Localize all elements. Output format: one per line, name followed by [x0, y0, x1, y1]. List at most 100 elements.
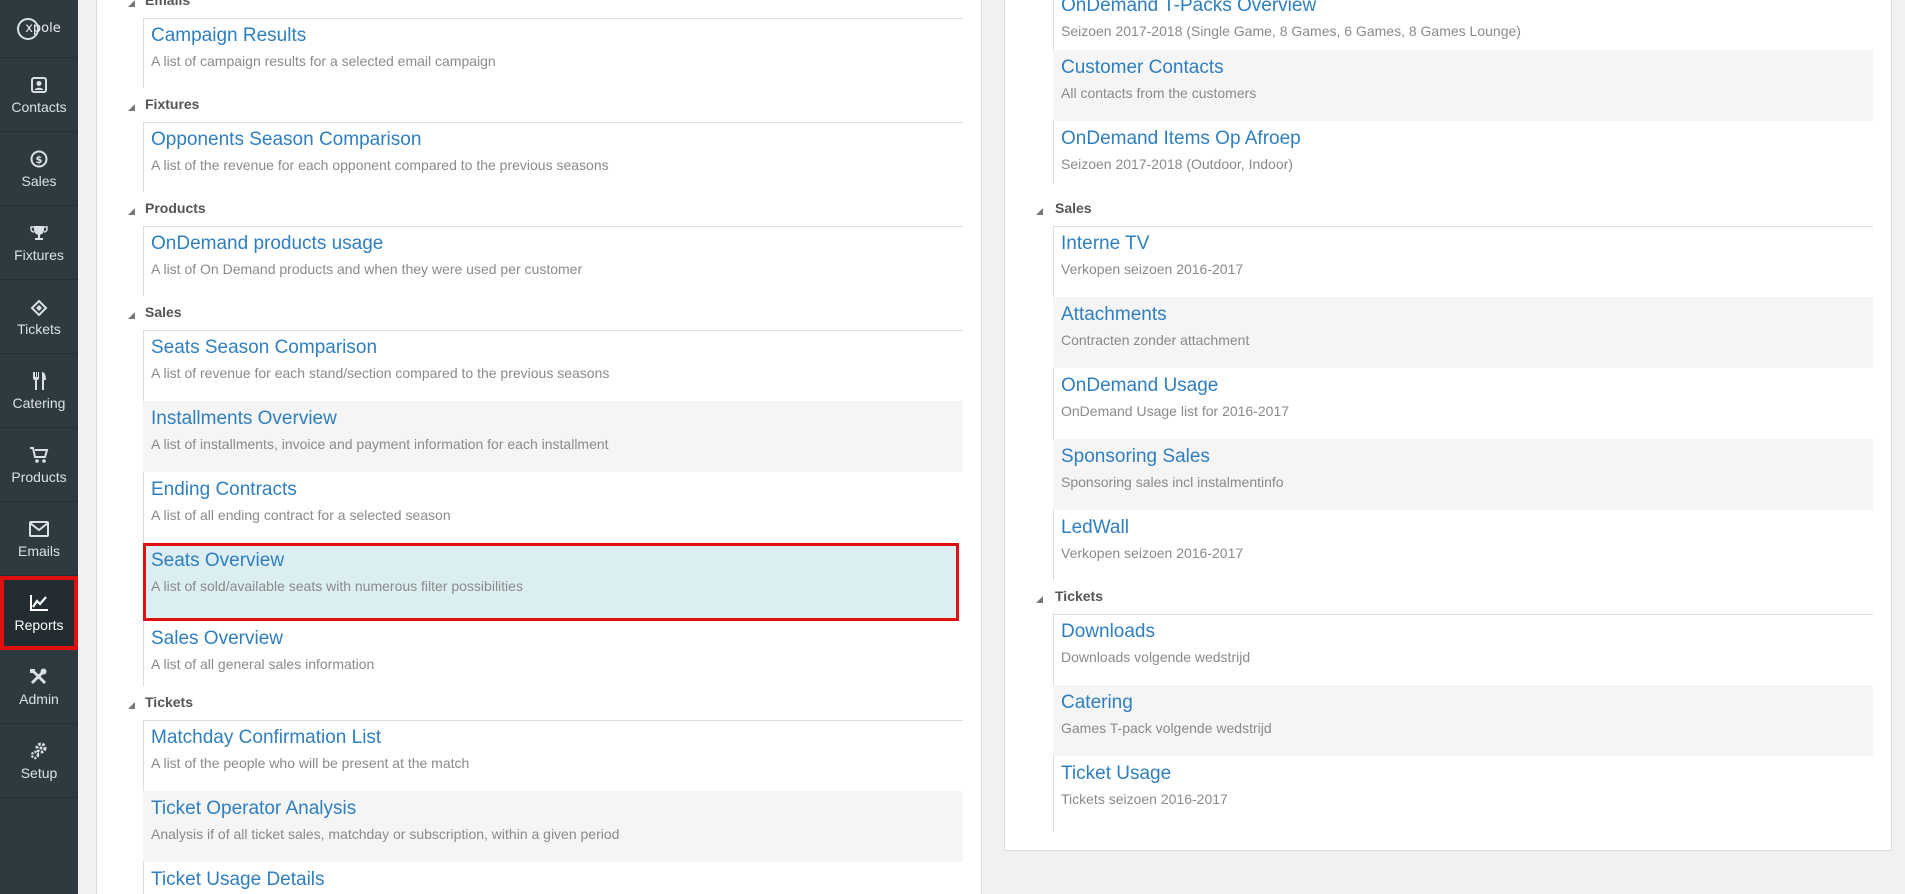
- report-installments-overview[interactable]: Installments Overview A list of installm…: [143, 401, 963, 472]
- chart-icon: [28, 592, 50, 614]
- report-title[interactable]: Customer Contacts: [1061, 56, 1873, 80]
- svg-text:$: $: [36, 155, 43, 166]
- report-title[interactable]: Ticket Usage: [1061, 762, 1873, 786]
- report-downloads[interactable]: Downloads Downloads volgende wedstrijd: [1053, 614, 1873, 685]
- report-desc: A list of the people who will be present…: [151, 755, 470, 771]
- report-ondemand-items-op-afroep[interactable]: OnDemand Items Op Afroep Seizoen 2017-20…: [1053, 121, 1873, 184]
- report-seats-season-comparison[interactable]: Seats Season Comparison A list of revenu…: [143, 330, 963, 401]
- logo-text: xpole: [25, 21, 61, 36]
- report-desc: A list of revenue for each stand/section…: [151, 365, 610, 381]
- sidebar-item-emails[interactable]: Emails: [0, 502, 78, 576]
- sidebar-item-sales[interactable]: $ Sales: [0, 132, 78, 206]
- report-ending-contracts[interactable]: Ending Contracts A list of all ending co…: [143, 472, 963, 543]
- report-desc: Seizoen 2017-2018 (Single Game, 8 Games,…: [1061, 23, 1521, 39]
- report-ondemand-products-usage[interactable]: OnDemand products usage A list of On Dem…: [143, 226, 963, 296]
- sidebar-item-setup[interactable]: Setup: [0, 724, 78, 798]
- sidebar-item-tickets[interactable]: Tickets: [0, 280, 78, 354]
- section-header-products[interactable]: Products: [145, 200, 206, 216]
- report-customer-contacts[interactable]: Customer Contacts All contacts from the …: [1053, 50, 1873, 121]
- report-sponsoring-sales[interactable]: Sponsoring Sales Sponsoring sales incl i…: [1053, 439, 1873, 510]
- report-title[interactable]: Sponsoring Sales: [1061, 445, 1873, 469]
- sidebar-item-contacts[interactable]: Contacts: [0, 58, 78, 132]
- collapse-triangle-icon[interactable]: [1036, 208, 1043, 215]
- sidebar-item-label: Setup: [20, 765, 58, 781]
- report-ticket-usage[interactable]: Ticket Usage Tickets seizoen 2016-2017: [1053, 756, 1873, 827]
- collapse-triangle-icon[interactable]: [128, 208, 135, 215]
- report-ondemand-usage[interactable]: OnDemand Usage OnDemand Usage list for 2…: [1053, 368, 1873, 439]
- section-header-emails[interactable]: Emails: [145, 0, 190, 8]
- contacts-icon: [28, 74, 50, 96]
- sidebar-item-label: Sales: [21, 173, 57, 189]
- report-title[interactable]: Ticket Operator Analysis: [151, 797, 963, 821]
- sidebar-item-label: Reports: [14, 617, 64, 633]
- report-title[interactable]: OnDemand Items Op Afroep: [1061, 127, 1873, 151]
- report-title[interactable]: Ending Contracts: [151, 478, 963, 502]
- report-desc: Analysis if of all ticket sales, matchda…: [151, 826, 620, 842]
- report-title[interactable]: Downloads: [1061, 620, 1873, 644]
- report-title[interactable]: Catering: [1061, 691, 1873, 715]
- section-header-sales[interactable]: Sales: [145, 304, 182, 320]
- report-seats-overview[interactable]: Seats Overview A list of sold/available …: [143, 543, 959, 621]
- report-desc: OnDemand Usage list for 2016-2017: [1061, 403, 1290, 419]
- sidebar-item-label: Fixtures: [14, 247, 64, 263]
- section-header-tickets[interactable]: Tickets: [1055, 588, 1103, 604]
- report-desc: A list of installments, invoice and paym…: [151, 436, 609, 452]
- collapse-triangle-icon[interactable]: [128, 0, 135, 7]
- report-ticket-operator-analysis[interactable]: Ticket Operator Analysis Analysis if of …: [143, 791, 963, 862]
- dollar-icon: $: [28, 148, 50, 170]
- report-title[interactable]: Interne TV: [1061, 232, 1873, 256]
- trophy-icon: [28, 222, 50, 244]
- report-title[interactable]: Ticket Usage Details: [151, 868, 963, 892]
- report-desc: A list of On Demand products and when th…: [151, 261, 583, 277]
- report-catering[interactable]: Catering Games T-pack volgende wedstrijd: [1053, 685, 1873, 756]
- report-desc: All contacts from the customers: [1061, 85, 1257, 101]
- report-title[interactable]: Campaign Results: [151, 24, 963, 48]
- sidebar-item-fixtures[interactable]: Fixtures: [0, 206, 78, 280]
- section-header-fixtures[interactable]: Fixtures: [145, 96, 199, 112]
- ticket-icon: [28, 296, 50, 318]
- sidebar-item-label: Emails: [17, 543, 60, 559]
- app-logo[interactable]: xpole: [0, 0, 78, 58]
- collapse-triangle-icon[interactable]: [128, 104, 135, 111]
- report-title[interactable]: Matchday Confirmation List: [151, 726, 963, 750]
- report-desc: A list of the revenue for each opponent …: [151, 157, 609, 173]
- report-desc: A list of sold/available seats with nume…: [151, 578, 523, 594]
- section-header-sales[interactable]: Sales: [1055, 200, 1092, 216]
- sidebar-item-label: Products: [11, 469, 67, 485]
- report-attachments[interactable]: Attachments Contracten zonder attachment: [1053, 297, 1873, 368]
- collapse-triangle-icon[interactable]: [128, 312, 135, 319]
- sidebar-item-admin[interactable]: Admin: [0, 650, 78, 724]
- left-report-panel: Emails Campaign Results A list of campai…: [96, 0, 982, 894]
- report-desc: A list of all general sales information: [151, 656, 375, 672]
- report-title[interactable]: Opponents Season Comparison: [151, 128, 963, 152]
- report-title[interactable]: OnDemand T-Packs Overview: [1061, 0, 1873, 18]
- sidebar-item-products[interactable]: Products: [0, 428, 78, 502]
- section-header-tickets[interactable]: Tickets: [145, 694, 193, 710]
- report-title[interactable]: Installments Overview: [151, 407, 963, 431]
- collapse-triangle-icon[interactable]: [128, 702, 135, 709]
- report-campaign-results[interactable]: Campaign Results A list of campaign resu…: [143, 18, 963, 88]
- report-title[interactable]: LedWall: [1061, 516, 1873, 540]
- report-ledwall[interactable]: LedWall Verkopen seizoen 2016-2017: [1053, 510, 1873, 581]
- sidebar-item-catering[interactable]: Catering: [0, 354, 78, 428]
- envelope-icon: [28, 518, 50, 540]
- report-title[interactable]: Attachments: [1061, 303, 1873, 327]
- sidebar-item-label: Admin: [19, 691, 59, 707]
- report-desc: Downloads volgende wedstrijd: [1061, 649, 1251, 665]
- collapse-triangle-icon[interactable]: [1036, 596, 1043, 603]
- report-title[interactable]: OnDemand products usage: [151, 232, 963, 256]
- report-title[interactable]: Seats Season Comparison: [151, 336, 963, 360]
- report-title[interactable]: Seats Overview: [151, 549, 959, 573]
- sidebar: xpole Contacts $ Sales Fixtures Tickets …: [0, 0, 78, 894]
- report-matchday-confirmation-list[interactable]: Matchday Confirmation List A list of the…: [143, 720, 963, 791]
- report-desc: Contracten zonder attachment: [1061, 332, 1250, 348]
- report-title[interactable]: OnDemand Usage: [1061, 374, 1873, 398]
- report-opponents-season-comparison[interactable]: Opponents Season Comparison A list of th…: [143, 122, 963, 192]
- report-ondemand-tpacks-overview[interactable]: OnDemand T-Packs Overview Seizoen 2017-2…: [1053, 0, 1873, 50]
- report-title[interactable]: Sales Overview: [151, 627, 963, 651]
- gears-icon: [28, 740, 50, 762]
- report-sales-overview[interactable]: Sales Overview A list of all general sal…: [143, 621, 963, 686]
- report-interne-tv[interactable]: Interne TV Verkopen seizoen 2016-2017: [1053, 226, 1873, 297]
- sidebar-item-reports[interactable]: Reports: [0, 576, 78, 650]
- report-ticket-usage-details[interactable]: Ticket Usage Details: [143, 862, 963, 894]
